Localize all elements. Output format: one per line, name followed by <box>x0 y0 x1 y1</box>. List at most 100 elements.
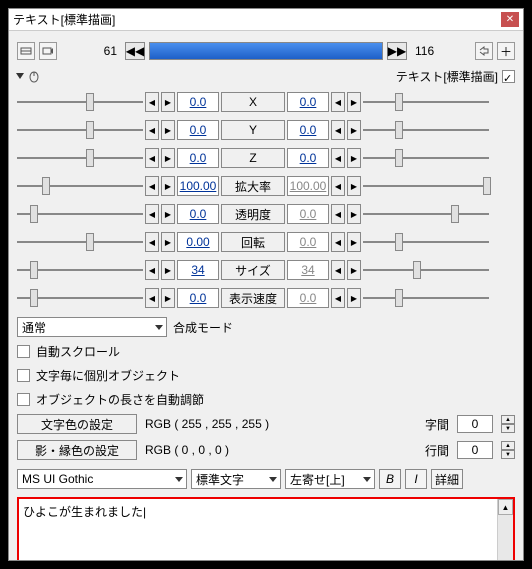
param-label-size[interactable]: サイズ <box>221 260 285 280</box>
param-label-speed[interactable]: 表示速度 <box>221 288 285 308</box>
value-left-x[interactable]: 0.0 <box>177 92 219 112</box>
slider-left-y[interactable] <box>17 119 143 141</box>
dec-left-z[interactable]: ◀ <box>145 148 159 168</box>
close-icon[interactable]: ✕ <box>501 12 519 27</box>
frame-start[interactable]: 61 <box>61 44 121 58</box>
dec-left-y[interactable]: ◀ <box>145 120 159 140</box>
inc-right-rot[interactable]: ▶ <box>347 232 361 252</box>
lineh-field[interactable] <box>457 441 493 459</box>
slider-right-x[interactable] <box>363 91 489 113</box>
inc-left-alpha[interactable]: ▶ <box>161 204 175 224</box>
slider-left-size[interactable] <box>17 259 143 281</box>
dec-left-scale[interactable]: ◀ <box>145 176 159 196</box>
slider-right-rot[interactable] <box>363 231 489 253</box>
dec-right-rot[interactable]: ◀ <box>331 232 345 252</box>
slider-right-speed[interactable] <box>363 287 489 309</box>
inc-left-size[interactable]: ▶ <box>161 260 175 280</box>
value-right-size[interactable]: 34 <box>287 260 329 280</box>
slider-right-size[interactable] <box>363 259 489 281</box>
param-label-x[interactable]: X <box>221 92 285 112</box>
detail-button[interactable]: 詳細 <box>431 469 463 489</box>
shadow-color-button[interactable]: 影・縁色の設定 <box>17 440 137 460</box>
bold-button[interactable]: B <box>379 469 401 489</box>
value-right-z[interactable]: 0.0 <box>287 148 329 168</box>
frame-end[interactable]: 116 <box>411 44 471 58</box>
spacing-spinner[interactable]: ▲▼ <box>501 415 515 433</box>
inc-right-size[interactable]: ▶ <box>347 260 361 280</box>
value-left-y[interactable]: 0.0 <box>177 120 219 140</box>
value-left-speed[interactable]: 0.0 <box>177 288 219 308</box>
font-family-dropdown[interactable]: MS UI Gothic <box>17 469 187 489</box>
slider-left-scale[interactable] <box>17 175 143 197</box>
inc-left-speed[interactable]: ▶ <box>161 288 175 308</box>
inc-right-z[interactable]: ▶ <box>347 148 361 168</box>
param-label-alpha[interactable]: 透明度 <box>221 204 285 224</box>
value-left-scale[interactable]: 100.00 <box>177 176 219 196</box>
value-right-x[interactable]: 0.0 <box>287 92 329 112</box>
param-label-scale[interactable]: 拡大率 <box>221 176 285 196</box>
enable-checkbox[interactable] <box>502 70 515 83</box>
dec-left-rot[interactable]: ◀ <box>145 232 159 252</box>
dec-right-speed[interactable]: ◀ <box>331 288 345 308</box>
value-left-rot[interactable]: 0.00 <box>177 232 219 252</box>
dec-right-size[interactable]: ◀ <box>331 260 345 280</box>
value-right-scale[interactable]: 100.00 <box>287 176 329 196</box>
perchar-checkbox[interactable] <box>17 369 30 382</box>
spacing-field[interactable] <box>457 415 493 433</box>
slider-right-alpha[interactable] <box>363 203 489 225</box>
text-align-dropdown[interactable]: 左寄せ[上] <box>285 469 375 489</box>
text-input[interactable]: ひよこが生まれました <box>19 499 497 560</box>
slider-right-scale[interactable] <box>363 175 489 197</box>
blend-mode-dropdown[interactable]: 通常 <box>17 317 167 337</box>
dec-left-size[interactable]: ◀ <box>145 260 159 280</box>
dec-left-speed[interactable]: ◀ <box>145 288 159 308</box>
value-left-size[interactable]: 34 <box>177 260 219 280</box>
dec-left-alpha[interactable]: ◀ <box>145 204 159 224</box>
value-right-rot[interactable]: 0.0 <box>287 232 329 252</box>
slider-left-alpha[interactable] <box>17 203 143 225</box>
param-label-rot[interactable]: 回転 <box>221 232 285 252</box>
inc-left-y[interactable]: ▶ <box>161 120 175 140</box>
next-frame-icon[interactable]: ▶▶ <box>387 42 407 60</box>
slider-right-z[interactable] <box>363 147 489 169</box>
dec-right-y[interactable]: ◀ <box>331 120 345 140</box>
inc-right-alpha[interactable]: ▶ <box>347 204 361 224</box>
value-right-y[interactable]: 0.0 <box>287 120 329 140</box>
inc-right-y[interactable]: ▶ <box>347 120 361 140</box>
slider-left-x[interactable] <box>17 91 143 113</box>
autolen-checkbox[interactable] <box>17 393 30 406</box>
prev-frame-icon[interactable]: ◀◀ <box>125 42 145 60</box>
value-right-speed[interactable]: 0.0 <box>287 288 329 308</box>
inc-right-x[interactable]: ▶ <box>347 92 361 112</box>
value-right-alpha[interactable]: 0.0 <box>287 204 329 224</box>
dec-right-z[interactable]: ◀ <box>331 148 345 168</box>
italic-button[interactable]: I <box>405 469 427 489</box>
scroll-up-icon[interactable]: ▲ <box>498 499 513 515</box>
slider-left-rot[interactable] <box>17 231 143 253</box>
scrollbar[interactable]: ▲ ▼ <box>497 499 513 560</box>
dec-right-scale[interactable]: ◀ <box>331 176 345 196</box>
camera-icon[interactable] <box>39 42 57 60</box>
dec-right-x[interactable]: ◀ <box>331 92 345 112</box>
value-left-alpha[interactable]: 0.0 <box>177 204 219 224</box>
font-weight-dropdown[interactable]: 標準文字 <box>191 469 281 489</box>
slider-left-speed[interactable] <box>17 287 143 309</box>
lineh-spinner[interactable]: ▲▼ <box>501 441 515 459</box>
inc-left-z[interactable]: ▶ <box>161 148 175 168</box>
inc-left-scale[interactable]: ▶ <box>161 176 175 196</box>
sync-icon[interactable] <box>475 42 493 60</box>
timeline-slider[interactable] <box>149 42 383 60</box>
inc-right-speed[interactable]: ▶ <box>347 288 361 308</box>
dec-left-x[interactable]: ◀ <box>145 92 159 112</box>
dec-right-alpha[interactable]: ◀ <box>331 204 345 224</box>
autoscroll-checkbox[interactable] <box>17 345 30 358</box>
param-label-y[interactable]: Y <box>221 120 285 140</box>
slider-right-y[interactable] <box>363 119 489 141</box>
inc-right-scale[interactable]: ▶ <box>347 176 361 196</box>
value-left-z[interactable]: 0.0 <box>177 148 219 168</box>
slider-left-z[interactable] <box>17 147 143 169</box>
inc-left-x[interactable]: ▶ <box>161 92 175 112</box>
layer-icon[interactable] <box>17 42 35 60</box>
inc-left-rot[interactable]: ▶ <box>161 232 175 252</box>
add-icon[interactable]: ＋ <box>497 42 515 60</box>
